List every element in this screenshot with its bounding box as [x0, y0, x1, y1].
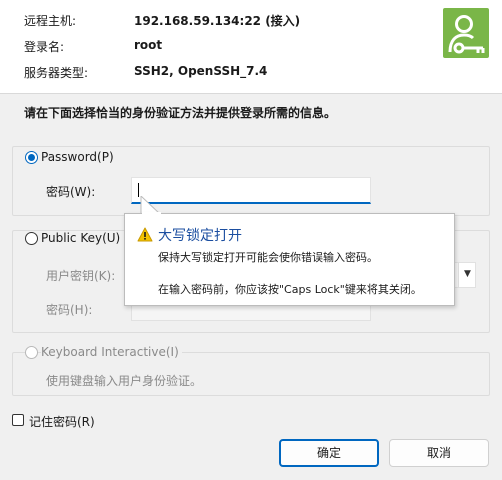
host-value: 192.168.59.134:22 (接入) — [134, 14, 301, 28]
keyboard-description: 使用键盘输入用户身份验证。 — [46, 374, 203, 388]
tooltip-line-2: 在输入密码前，你应该按"Caps Lock"键来将其关闭。 — [158, 283, 422, 296]
tooltip-line-1: 保持大写锁定打开可能会使你错误输入密码。 — [158, 251, 378, 264]
tooltip-title: 大写锁定打开 — [158, 228, 242, 244]
publickey-radio[interactable] — [25, 232, 38, 245]
keyboard-radio-label[interactable]: Keyboard Interactive(I) — [41, 345, 182, 359]
user-value: root — [134, 38, 163, 52]
remember-password-label[interactable]: 记住密码(R) — [29, 413, 95, 430]
server-type-value: SSH2, OpenSSH_7.4 — [134, 64, 268, 78]
text-caret — [138, 183, 139, 197]
warning-icon — [137, 227, 153, 242]
password-radio[interactable] — [25, 151, 38, 164]
connection-info-panel: 远程主机: 192.168.59.134:22 (接入) 登录名: root 服… — [0, 0, 502, 94]
user-key-icon — [443, 8, 489, 58]
password-radio-label[interactable]: Password(P) — [41, 150, 114, 164]
cancel-button[interactable]: 取消 — [389, 439, 489, 467]
capslock-tooltip: 大写锁定打开 保持大写锁定打开可能会使你错误输入密码。 在输入密码前，你应该按"… — [124, 213, 455, 306]
passphrase-label: 密码(H): — [46, 303, 93, 317]
tooltip-pointer-seam — [142, 212, 161, 215]
keyboard-radio[interactable] — [25, 346, 38, 359]
user-label: 登录名: — [24, 40, 65, 54]
remember-password-checkbox[interactable] — [12, 414, 24, 426]
user-key-label: 用户密钥(K): — [46, 269, 116, 283]
host-label: 远程主机: — [24, 14, 77, 28]
auth-prompt: 请在下面选择恰当的身份验证方法并提供登录所需的信息。 — [24, 106, 337, 120]
password-input[interactable] — [131, 177, 371, 204]
ok-button[interactable]: 确定 — [279, 439, 379, 467]
password-field-label: 密码(W): — [46, 185, 96, 199]
server-type-label: 服务器类型: — [24, 66, 89, 80]
publickey-radio-label[interactable]: Public Key(U) — [41, 231, 120, 245]
user-key-dropdown-button[interactable]: ▼ — [458, 262, 476, 288]
chevron-down-icon: ▼ — [464, 269, 471, 279]
